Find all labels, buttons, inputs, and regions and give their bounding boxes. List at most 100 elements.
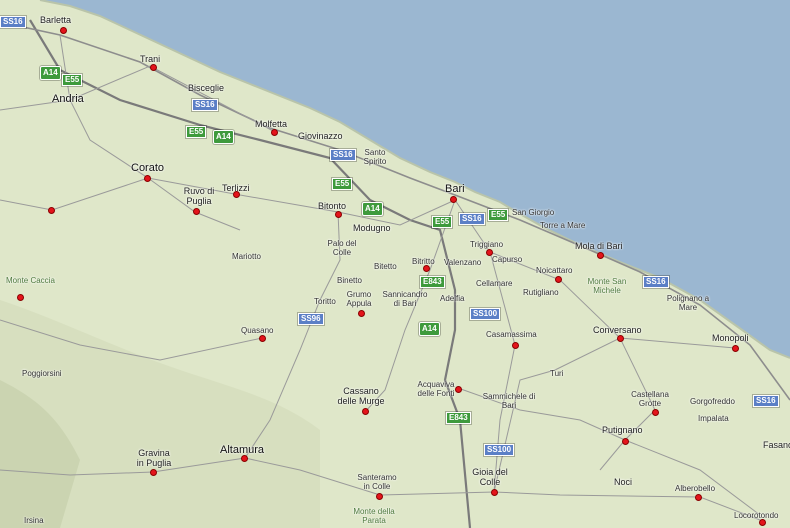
city-label-bari[interactable]: Bari [445, 183, 465, 195]
city-marker-alberobello[interactable] [694, 493, 702, 501]
road-shield-a14[interactable]: A14 [213, 130, 234, 144]
city-label-bisceglie[interactable]: Bisceglie [188, 83, 224, 93]
city-label-sammichele-di-bari[interactable]: Sammichele di Bari [480, 392, 538, 410]
city-label-conversano[interactable]: Conversano [593, 325, 642, 335]
road-shield-e55[interactable]: E55 [432, 216, 453, 228]
road-shield-ss100[interactable]: SS100 [484, 444, 515, 456]
city-label-valenzano[interactable]: Valenzano [444, 258, 481, 267]
city-label-palo-del-colle[interactable]: Palo del Colle [323, 239, 361, 257]
city-label-adelfia[interactable]: Adelfia [440, 294, 464, 303]
city-label-casamassima[interactable]: Casamassima [486, 330, 537, 339]
city-label-turi[interactable]: Turi [550, 369, 563, 378]
city-marker-quasano[interactable] [258, 334, 266, 342]
road-shield-a14[interactable]: A14 [40, 66, 61, 80]
map-view[interactable]: Monte Caccia Monte San Michele Monte del… [0, 0, 790, 528]
city-label-capurso[interactable]: Capurso [492, 255, 522, 264]
city-marker-bari[interactable] [449, 195, 457, 203]
road-shield-ss16[interactable]: SS16 [0, 16, 26, 28]
road-shield-e55[interactable]: E55 [186, 126, 207, 138]
city-label-noci[interactable]: Noci [614, 477, 632, 487]
road-shield-e55[interactable]: E55 [332, 178, 353, 190]
city-marker-triggiano[interactable] [485, 248, 493, 256]
city-label-impalata[interactable]: Impalata [698, 414, 729, 423]
road-shield-e843[interactable]: E843 [446, 412, 471, 424]
city-label-irsina[interactable]: Irsina [24, 516, 44, 525]
city-label-andria[interactable]: Andria [52, 93, 84, 105]
city-label-trani[interactable]: Trani [140, 54, 160, 64]
city-label-alberobello[interactable]: Alberobello [675, 484, 715, 493]
city-marker-gravina-in-puglia[interactable] [149, 468, 157, 476]
city-label-bitritto[interactable]: Bitritto [412, 257, 435, 266]
city-label-polignano-a-mare[interactable]: Polignano a Mare [665, 294, 711, 312]
city-label-noicattaro[interactable]: Noicattaro [536, 266, 572, 275]
city-label-mola-di-bari[interactable]: Mola di Bari [575, 241, 623, 251]
city-marker-casamassima[interactable] [511, 341, 519, 349]
city-label-binetto[interactable]: Binetto [337, 276, 362, 285]
road-shield-a14[interactable]: A14 [362, 202, 383, 216]
city-marker-monte-caccia[interactable] [16, 293, 24, 301]
city-label-castellana-grotte[interactable]: Castellana Grotte [630, 390, 670, 408]
city-label-torre-a-mare[interactable]: Torre a Mare [540, 221, 585, 230]
city-marker-mola-di-bari[interactable] [596, 251, 604, 259]
city-marker-bitonto[interactable] [334, 210, 342, 218]
city-label-bitonto[interactable]: Bitonto [318, 201, 346, 211]
road-shield-e843[interactable]: E843 [420, 276, 445, 288]
city-label-cellamare[interactable]: Cellamare [476, 279, 512, 288]
city-label-modugno[interactable]: Modugno [353, 223, 391, 233]
road-shield-ss16[interactable]: SS16 [753, 395, 779, 407]
city-marker-terlizzi[interactable] [232, 190, 240, 198]
city-label-triggiano[interactable]: Triggiano [470, 240, 503, 249]
city-label-poggiorsini[interactable]: Poggiorsini [22, 369, 62, 378]
city-label-sannicandro-di-bari[interactable]: Sannicandro di Bari [381, 290, 429, 308]
road-shield-e55[interactable]: E55 [488, 209, 509, 221]
city-marker-unlabeled[interactable] [47, 206, 55, 214]
city-marker-gioia-del-colle[interactable] [490, 488, 498, 496]
city-label-gravina-in-puglia[interactable]: Gravina in Puglia [134, 448, 174, 468]
road-shield-a14[interactable]: A14 [419, 322, 440, 336]
road-shield-ss16[interactable]: SS16 [459, 213, 485, 225]
city-label-fasano[interactable]: Fasano [763, 440, 790, 450]
city-label-toritto[interactable]: Toritto [314, 297, 336, 306]
city-marker-barletta[interactable] [59, 26, 67, 34]
road-shield-ss16[interactable]: SS16 [192, 99, 218, 111]
city-marker-cassano-delle-murge[interactable] [361, 407, 369, 415]
city-label-molfetta[interactable]: Molfetta [255, 119, 287, 129]
city-marker-corato[interactable] [143, 174, 151, 182]
city-label-santo-spirito[interactable]: Santo Spirito [360, 148, 390, 166]
city-marker-bitritto[interactable] [422, 264, 430, 272]
city-label-acquaviva-delle-fonti[interactable]: Acquaviva delle Fonti [412, 380, 460, 398]
road-shield-ss100[interactable]: SS100 [470, 308, 501, 320]
city-label-san-giorgio[interactable]: San Giorgio [512, 208, 554, 217]
city-marker-molfetta[interactable] [270, 128, 278, 136]
city-label-cassano-delle-murge[interactable]: Cassano delle Murge [336, 386, 386, 406]
city-label-quasano[interactable]: Quasano [241, 326, 273, 335]
city-marker-noicattaro[interactable] [554, 275, 562, 283]
city-label-ruvo-di-puglia[interactable]: Ruvo di Puglia [179, 186, 219, 206]
city-label-altamura[interactable]: Altamura [220, 444, 264, 456]
city-label-rutigliano[interactable]: Rutigliano [523, 288, 559, 297]
city-label-barletta[interactable]: Barletta [40, 15, 71, 25]
road-shield-ss96[interactable]: SS96 [298, 313, 324, 325]
city-marker-putignano[interactable] [621, 437, 629, 445]
city-marker-santeramo-in-colle[interactable] [375, 492, 383, 500]
city-marker-castellana-grotte[interactable] [651, 408, 659, 416]
city-label-bitetto[interactable]: Bitetto [374, 262, 397, 271]
city-label-putignano[interactable]: Putignano [602, 425, 643, 435]
city-label-santeramo-in-colle[interactable]: Santeramo in Colle [355, 473, 399, 491]
city-marker-grumo-appula[interactable] [357, 309, 365, 317]
city-label-locorotondo[interactable]: Locorotondo [734, 511, 778, 520]
city-marker-acquaviva-delle-fonti[interactable] [454, 385, 462, 393]
city-marker-altamura[interactable] [240, 454, 248, 462]
road-shield-ss16[interactable]: SS16 [330, 149, 356, 161]
city-label-mariotto[interactable]: Mariotto [232, 252, 261, 261]
city-marker-conversano[interactable] [616, 334, 624, 342]
city-label-gorgofreddo[interactable]: Gorgofreddo [690, 397, 735, 406]
road-shield-ss16[interactable]: SS16 [643, 276, 669, 288]
road-shield-e55[interactable]: E55 [62, 74, 83, 86]
city-marker-monopoli[interactable] [731, 344, 739, 352]
city-label-grumo-appula[interactable]: Grumo Appula [343, 290, 375, 308]
city-label-giovinazzo[interactable]: Giovinazzo [298, 131, 343, 141]
city-label-monopoli[interactable]: Monopoli [712, 333, 749, 343]
city-marker-trani[interactable] [149, 63, 157, 71]
city-marker-locorotondo[interactable] [758, 518, 766, 526]
